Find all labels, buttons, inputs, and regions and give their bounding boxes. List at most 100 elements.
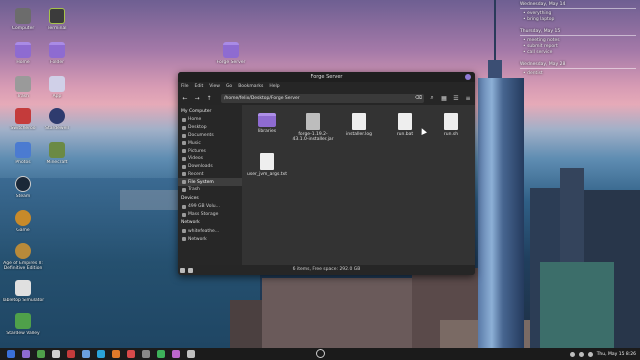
calendar-event[interactable]: • dentist: [520, 71, 636, 77]
desktop-icon-terminal[interactable]: Terminal: [34, 8, 80, 31]
system-tray: Thu, May 15 8:26: [569, 348, 636, 360]
back-icon[interactable]: ←: [181, 95, 189, 102]
browser-icon[interactable]: [37, 350, 45, 358]
file-item[interactable]: run.bat: [384, 113, 426, 137]
file-item[interactable]: run.sh: [430, 113, 472, 137]
file-grid[interactable]: libraries forge-1.19.2-43.1.0-installer.…: [242, 105, 475, 265]
clear-icon[interactable]: ⌫: [415, 94, 422, 103]
app-icon: [49, 76, 65, 92]
file-item[interactable]: forge-1.19.2-43.1.0-installer.jar: [292, 113, 334, 142]
calendar-widget: Wednesday, May 14 • everything • bring l…: [520, 2, 636, 83]
desktop-icon-label: Steam: [15, 194, 31, 199]
location-bar[interactable]: /home/felix/Desktop/Forge Server ⌫: [221, 93, 424, 103]
menu-view[interactable]: View: [209, 84, 220, 89]
desktop-icon-tabletop-simulator[interactable]: Tabletop Simulator: [0, 280, 46, 303]
sidebar-item-volume[interactable]: 499 GB Volu...: [178, 203, 242, 211]
tabletop-simulator-icon: [15, 280, 31, 296]
sidebar-heading-my-computer[interactable]: My Computer: [178, 107, 242, 116]
app-icon[interactable]: [67, 350, 75, 358]
telegram-icon[interactable]: [97, 350, 105, 358]
window-titlebar[interactable]: Forge Server: [178, 72, 475, 82]
file-item[interactable]: installer.log: [338, 113, 380, 137]
compact-view-icon[interactable]: ≡: [464, 95, 472, 102]
forward-icon[interactable]: →: [193, 95, 201, 102]
file-item[interactable]: libraries: [246, 113, 288, 134]
window-title: Forge Server: [310, 74, 343, 80]
sidebar-item-label: Music: [188, 140, 201, 146]
sidebar-item-recent[interactable]: Recent: [178, 170, 242, 178]
desktop-icon-game[interactable]: Game: [0, 210, 46, 233]
desktop-icon-label: Terminal: [47, 26, 67, 31]
sidebar-item-network-host[interactable]: whitefeathe...: [178, 227, 242, 235]
sidebar-item-label: Downloads: [188, 164, 213, 170]
spotify-icon[interactable]: [157, 350, 165, 358]
desktop-icon-forge-server[interactable]: Forge Server: [208, 42, 254, 65]
menu-edit[interactable]: Edit: [195, 84, 204, 89]
desktop-icon-folder[interactable]: Folder: [34, 42, 80, 65]
menu-bookmarks[interactable]: Bookmarks: [238, 84, 263, 89]
downloads-icon: [182, 164, 186, 169]
places-toggle-icon[interactable]: [180, 267, 185, 273]
settings-icon[interactable]: [52, 350, 60, 358]
calendar-section: Wednesday, May 14 • everything • bring l…: [520, 2, 636, 23]
app-icon[interactable]: [112, 350, 120, 358]
sidebar-item-pictures[interactable]: Pictures: [178, 147, 242, 155]
file-manager-window: Forge Server File Edit View Go Bookmarks…: [178, 72, 475, 275]
building: [262, 278, 412, 348]
app-icon[interactable]: [127, 350, 135, 358]
tree-toggle-icon[interactable]: [188, 267, 193, 273]
list-view-icon[interactable]: ☰: [452, 95, 460, 102]
app-icon[interactable]: [82, 350, 90, 358]
menu-file[interactable]: File: [181, 84, 189, 89]
calendar-event[interactable]: • bring laptop: [520, 17, 636, 23]
text-file-icon: [352, 113, 366, 130]
sidebar-item-network[interactable]: Network: [178, 235, 242, 243]
menu-go[interactable]: Go: [226, 84, 232, 89]
sidebar-heading-network[interactable]: Network: [178, 218, 242, 227]
desktop-icon-stardew-valley[interactable]: Stardew Valley: [0, 313, 46, 336]
up-icon[interactable]: ↑: [205, 95, 213, 102]
icon-view-icon[interactable]: ▦: [440, 95, 448, 102]
desktop-icon-label: Forge Server: [216, 60, 246, 65]
search-icon[interactable]: ⌕: [428, 94, 436, 102]
sidebar-item-mass-storage[interactable]: Mass Storage: [178, 211, 242, 219]
menu-help[interactable]: Help: [269, 84, 279, 89]
desktop-icon-app[interactable]: App: [34, 76, 80, 99]
desktop-icon-steam[interactable]: Steam: [0, 176, 46, 199]
close-icon[interactable]: [465, 74, 471, 80]
clock[interactable]: Thu, May 15 8:26: [597, 352, 636, 357]
drive-icon: [182, 212, 186, 217]
app-icon[interactable]: [172, 350, 180, 358]
app-icon[interactable]: [142, 350, 150, 358]
app-icon[interactable]: [187, 350, 195, 358]
menu-icon[interactable]: [7, 350, 15, 358]
file-item[interactable]: user_jvm_args.txt: [246, 153, 288, 177]
sidebar-item-home[interactable]: Home: [178, 116, 242, 124]
network-icon[interactable]: [569, 351, 575, 357]
desktop-icon-age-of-empires[interactable]: Age of Empires II: Definitive Edition: [0, 243, 46, 271]
tower-top: [488, 60, 502, 80]
files-icon[interactable]: [22, 350, 30, 358]
battery-icon[interactable]: [587, 351, 593, 357]
folder-icon: [223, 42, 239, 58]
sidebar-item-documents[interactable]: Documents: [178, 132, 242, 140]
sidebar-heading-devices[interactable]: Devices: [178, 194, 242, 203]
desktop-icon-minecraft[interactable]: Minecraft: [34, 142, 80, 165]
desktop-icon-label: Folder: [50, 60, 64, 65]
desktop-icon-label: Minecraft: [46, 160, 68, 165]
sidebar-item-downloads[interactable]: Downloads: [178, 163, 242, 171]
calendar-event[interactable]: • call service: [520, 50, 636, 56]
desktop-icon-stardewell[interactable]: Stardewell: [34, 108, 80, 131]
home-icon: [182, 118, 186, 122]
sidebar-item-trash[interactable]: Trash: [178, 186, 242, 194]
toolbar: ← → ↑ /home/felix/Desktop/Forge Server ⌫…: [178, 91, 475, 105]
sidebar-item-file-system[interactable]: File System: [178, 178, 242, 187]
file-name: run.sh: [443, 132, 459, 137]
sidebar-item-music[interactable]: Music: [178, 139, 242, 147]
workspace-switcher-icon[interactable]: [316, 349, 325, 358]
network-icon: [182, 229, 186, 234]
volume-icon[interactable]: [578, 351, 584, 357]
sidebar-item-desktop[interactable]: Desktop: [178, 124, 242, 132]
building: [540, 262, 614, 348]
sidebar-item-videos[interactable]: Videos: [178, 155, 242, 163]
